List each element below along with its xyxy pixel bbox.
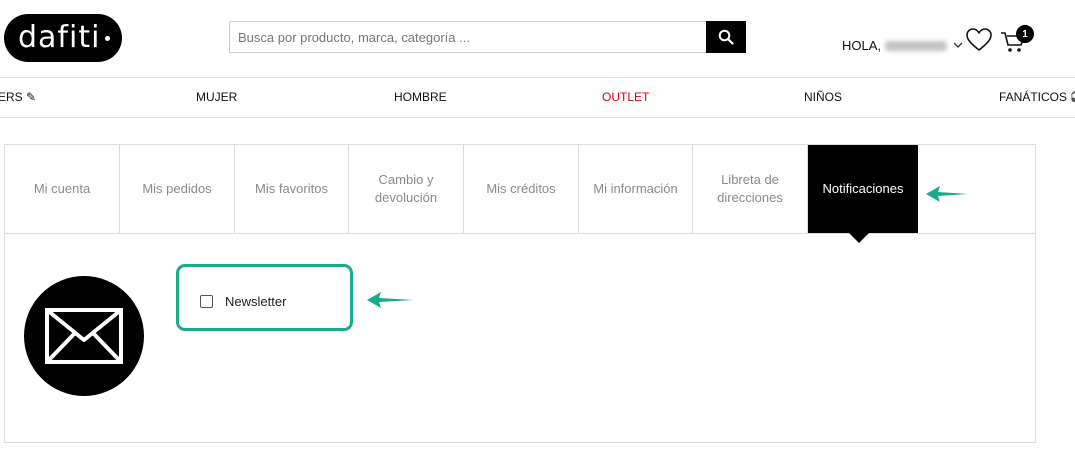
account-panel: Mi cuenta Mis pedidos Mis favoritos Camb… (4, 144, 1036, 443)
greeting-text: HOLA, (842, 38, 882, 53)
envelope-icon (24, 276, 144, 396)
nav-item-ninos[interactable]: NIÑOS (804, 90, 842, 104)
nav-item-outlet[interactable]: OUTLET (602, 90, 649, 104)
tab-mi-cuenta[interactable]: Mi cuenta (5, 145, 120, 233)
heart-icon[interactable] (966, 28, 992, 57)
account-tabs: Mi cuenta Mis pedidos Mis favoritos Camb… (5, 145, 1035, 243)
nav-item-mujer[interactable]: MUJER (196, 90, 237, 104)
nav-item-hombre[interactable]: HOMBRE (394, 90, 447, 104)
tab-mis-creditos[interactable]: Mis créditos (464, 145, 579, 233)
cart-count-badge: 1 (1016, 25, 1034, 43)
user-name-redacted (885, 40, 948, 51)
logo-dot (105, 36, 110, 41)
dafiti-logo[interactable]: dafiti (4, 14, 122, 62)
newsletter-checkbox[interactable] (200, 295, 213, 308)
tab-libreta-direcciones[interactable]: Libreta de direcciones (693, 145, 808, 233)
tab-mis-favoritos[interactable]: Mis favoritos (235, 145, 349, 233)
search-button[interactable] (706, 21, 746, 53)
account-menu[interactable]: HOLA, (842, 38, 963, 53)
tab-mis-pedidos[interactable]: Mis pedidos (120, 145, 235, 233)
annotation-arrow-icon (926, 185, 970, 208)
tab-cambio-devolucion[interactable]: Cambio y devolución (349, 145, 464, 233)
search-icon (718, 29, 734, 45)
category-nav: ERS ✎ MUJER HOMBRE OUTLET NIÑOS FANÁTICO… (0, 77, 1075, 118)
tab-mi-informacion[interactable]: Mi información (579, 145, 693, 233)
nav-item-fanaticos[interactable]: FANÁTICOS ⚽ (999, 90, 1075, 104)
search-bar (229, 21, 746, 53)
nav-item-partial[interactable]: ERS ✎ (0, 90, 36, 104)
annotation-arrow-icon (367, 291, 415, 314)
newsletter-label[interactable]: Newsletter (225, 294, 286, 309)
search-input[interactable] (230, 22, 707, 52)
tab-notificaciones[interactable]: Notificaciones (808, 145, 918, 233)
active-tab-pointer (849, 233, 869, 243)
logo-text: dafiti (18, 20, 101, 55)
chevron-down-icon (953, 42, 963, 49)
